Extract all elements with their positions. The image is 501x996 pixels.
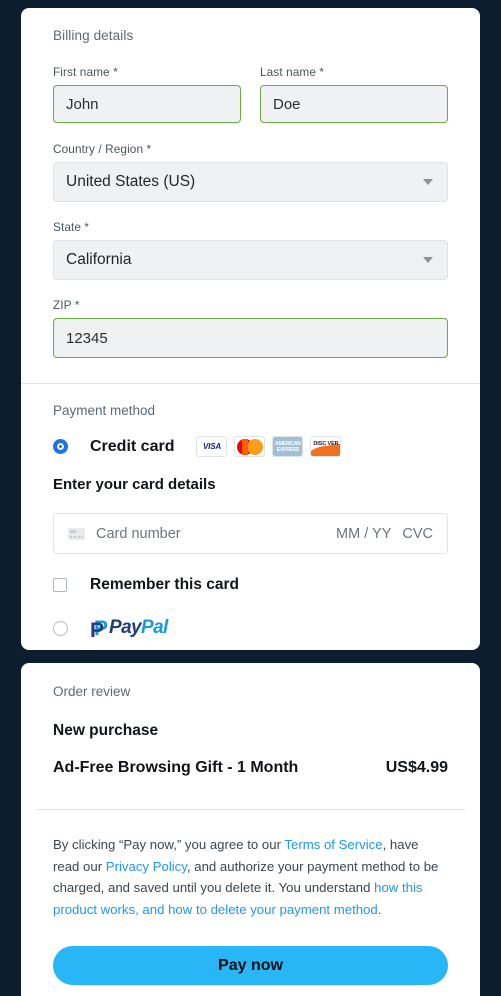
order-item-name: Ad-Free Browsing Gift - 1 Month bbox=[53, 759, 299, 776]
order-review-title: Order review bbox=[53, 684, 131, 699]
checkout-page: Billing details First name * John Last n… bbox=[0, 0, 501, 996]
order-review-section: Order review New purchase Ad-Free Browsi… bbox=[21, 663, 480, 777]
card-details-title: Enter your card details bbox=[53, 476, 216, 493]
paypal-radio[interactable] bbox=[53, 620, 68, 636]
last-name-label: Last name * bbox=[260, 65, 325, 79]
cvc-placeholder: CVC bbox=[402, 525, 433, 542]
last-name-field-group: Last name * Doe bbox=[260, 65, 448, 123]
credit-card-icon bbox=[68, 527, 85, 540]
legal-text-4: . bbox=[377, 901, 382, 917]
order-item-price: US$4.99 bbox=[385, 759, 448, 776]
card-number-placeholder: Card number bbox=[96, 525, 181, 542]
state-select[interactable]: California bbox=[53, 240, 448, 280]
mastercard-logo bbox=[234, 436, 266, 457]
card-brand-logos: VISA AMERICAN EXPRESS DISC VER bbox=[196, 436, 342, 457]
billing-section: Billing details First name * John Last n… bbox=[21, 8, 480, 358]
remember-card-row[interactable]: Remember this card bbox=[53, 576, 448, 594]
legal-section: By clicking “Pay now,” you agree to our … bbox=[21, 810, 480, 985]
visa-logo: VISA bbox=[196, 436, 228, 457]
legal-text-1: By clicking “Pay now,” you agree to our bbox=[53, 837, 285, 852]
credit-card-label: Credit card bbox=[90, 437, 175, 455]
state-label: State * bbox=[53, 220, 90, 234]
remember-card-checkbox[interactable] bbox=[53, 578, 67, 592]
credit-card-radio[interactable] bbox=[53, 439, 68, 454]
paypal-pay-text: Pay bbox=[109, 617, 142, 638]
card-number-input[interactable]: Card number MM / YY CVC bbox=[53, 513, 448, 554]
payment-method-title: Payment method bbox=[53, 403, 156, 418]
country-selected-value: United States (US) bbox=[66, 173, 196, 190]
last-name-input[interactable]: Doe bbox=[260, 85, 448, 123]
paypal-logo: P P Pay Pal bbox=[90, 617, 168, 642]
terms-of-service-link[interactable]: Terms of Service bbox=[284, 837, 382, 852]
first-name-label: First name * bbox=[53, 65, 118, 79]
billing-payment-card: Billing details First name * John Last n… bbox=[21, 8, 480, 650]
billing-details-title: Billing details bbox=[53, 28, 134, 43]
pay-now-button[interactable]: Pay now bbox=[53, 946, 448, 985]
payment-method-section: Payment method Credit card VISA AMERICAN… bbox=[21, 384, 480, 642]
discover-logo: DISC VER bbox=[310, 436, 342, 457]
remember-card-label: Remember this card bbox=[90, 576, 240, 593]
chevron-down-icon bbox=[423, 257, 433, 263]
country-label: Country / Region * bbox=[53, 142, 152, 156]
state-selected-value: California bbox=[66, 251, 132, 268]
order-heading: New purchase bbox=[53, 722, 159, 739]
state-field-group: State * California bbox=[53, 220, 448, 280]
zip-label: ZIP * bbox=[53, 298, 80, 312]
zip-field-group: ZIP * 12345 bbox=[53, 298, 448, 358]
privacy-policy-link[interactable]: Privacy Policy bbox=[106, 859, 187, 874]
paypal-option-row[interactable]: P P Pay Pal bbox=[53, 617, 448, 642]
first-name-field-group: First name * John bbox=[53, 65, 241, 123]
order-review-card: Order review New purchase Ad-Free Browsi… bbox=[21, 663, 480, 996]
credit-card-option-row[interactable]: Credit card VISA AMERICAN EXPRESS DISC V… bbox=[53, 436, 448, 457]
expiry-placeholder: MM / YY bbox=[336, 525, 392, 542]
first-name-input[interactable]: John bbox=[53, 85, 241, 123]
paypal-p-mark-icon: P P bbox=[90, 617, 109, 642]
amex-logo: AMERICAN EXPRESS bbox=[272, 436, 304, 457]
paypal-pal-text: Pal bbox=[141, 617, 168, 638]
country-field-group: Country / Region * United States (US) bbox=[53, 142, 448, 202]
order-line-item: Ad-Free Browsing Gift - 1 Month US$4.99 bbox=[53, 759, 448, 777]
legal-disclaimer: By clicking “Pay now,” you agree to our … bbox=[53, 834, 448, 920]
country-select[interactable]: United States (US) bbox=[53, 162, 448, 202]
chevron-down-icon bbox=[423, 179, 433, 185]
zip-input[interactable]: 12345 bbox=[53, 318, 448, 358]
